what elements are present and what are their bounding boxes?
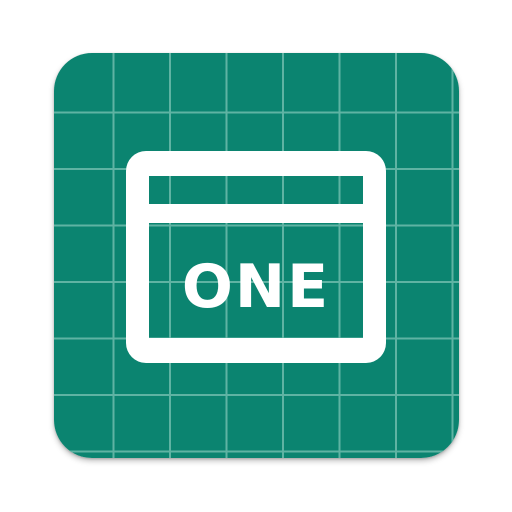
app-icon-graphic: ONE xyxy=(54,53,459,458)
canvas: ONE xyxy=(0,0,512,512)
card-label: ONE xyxy=(182,252,330,322)
app-icon[interactable]: ONE xyxy=(54,53,459,458)
